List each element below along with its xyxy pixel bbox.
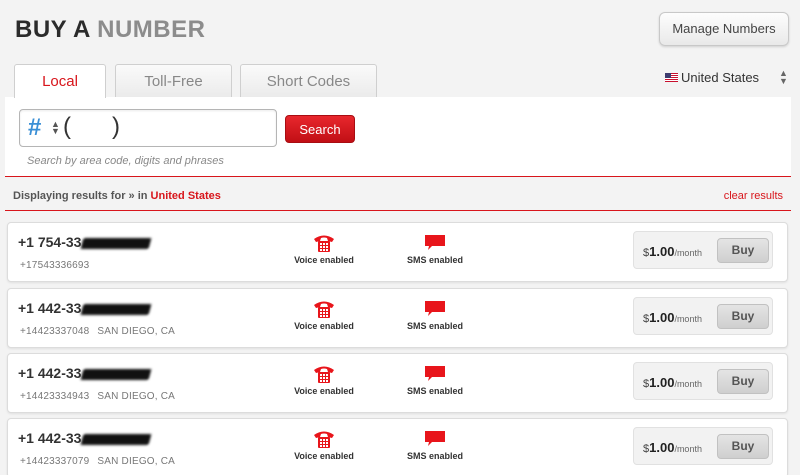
price-box: $1.00/month Buy xyxy=(633,362,773,400)
redacted-digits xyxy=(80,303,152,315)
results-country: United States xyxy=(150,190,221,202)
redacted-digits xyxy=(80,368,152,380)
phone-number-text: +1 442-33 xyxy=(18,300,82,316)
price-amount: 1.00 xyxy=(649,244,675,259)
results-label: Displaying results for » in United State… xyxy=(13,190,221,202)
price: $1.00/month xyxy=(643,440,702,455)
us-flag-icon xyxy=(665,73,678,82)
manage-numbers-button[interactable]: Manage Numbers xyxy=(659,12,789,46)
phone-number-text: +1 442-33 xyxy=(18,365,82,381)
buy-button[interactable]: Buy xyxy=(717,369,769,394)
price-amount: 1.00 xyxy=(649,440,675,455)
sms-label: SMS enabled xyxy=(406,451,463,461)
buy-button[interactable]: Buy xyxy=(717,304,769,329)
sms-capability: SMS enabled xyxy=(395,233,475,265)
voice-label: Voice enabled xyxy=(294,255,354,265)
area-code-open-paren: ( xyxy=(63,113,71,140)
number-row: +1 442-33 +14423337048 SAN DIEGO, CA Voic… xyxy=(7,288,788,348)
page-title: BUY A NUMBER xyxy=(15,16,205,44)
number-row: +1 754-33 +17543336693 Voice enabled SMS… xyxy=(7,222,788,282)
phone-number: +1 754-33 xyxy=(18,234,152,250)
raw-number: +14423337079 SAN DIEGO, CA xyxy=(20,456,175,467)
tab-local[interactable]: Local xyxy=(14,64,106,98)
sms-label: SMS enabled xyxy=(406,255,463,265)
country-select-label: United States xyxy=(681,70,760,85)
hash-icon[interactable]: # xyxy=(28,114,41,142)
price-amount: 1.00 xyxy=(649,375,675,390)
sms-capability: SMS enabled xyxy=(395,299,475,331)
phone-icon xyxy=(284,429,364,449)
phone-icon xyxy=(284,364,364,384)
select-arrows-icon[interactable]: ▲ ▼ xyxy=(779,69,788,86)
location-text: SAN DIEGO, CA xyxy=(97,391,176,402)
phone-number: +1 442-33 xyxy=(18,300,152,316)
voice-capability: Voice enabled xyxy=(284,364,364,396)
page-title-buy: BUY A xyxy=(15,16,98,43)
clear-results-link[interactable]: clear results xyxy=(724,190,783,202)
results-prefix: Displaying results for » in xyxy=(13,190,151,202)
search-mode-arrows-icon[interactable]: ▲ ▼ xyxy=(51,120,60,136)
tab-short-codes[interactable]: Short Codes xyxy=(240,64,377,97)
price: $1.00/month xyxy=(643,375,702,390)
country-select[interactable]: United States xyxy=(665,70,759,85)
voice-label: Voice enabled xyxy=(294,386,354,396)
redacted-digits xyxy=(80,237,152,249)
price-period: /month xyxy=(674,379,702,389)
voice-capability: Voice enabled xyxy=(284,429,364,461)
price-amount: 1.00 xyxy=(649,310,675,325)
number-row: +1 442-33 +14423334943 SAN DIEGO, CA Voic… xyxy=(7,353,788,413)
raw-number-text: +14423334943 xyxy=(20,391,90,402)
voice-label: Voice enabled xyxy=(294,451,354,461)
chat-bubble-icon xyxy=(395,233,475,253)
sms-label: SMS enabled xyxy=(406,386,463,396)
voice-label: Voice enabled xyxy=(294,321,354,331)
search-input[interactable]: # ▲ ▼ ( ) xyxy=(19,109,277,147)
price-box: $1.00/month Buy xyxy=(633,427,773,465)
buy-button[interactable]: Buy xyxy=(717,238,769,263)
price-period: /month xyxy=(674,314,702,324)
location-text: SAN DIEGO, CA xyxy=(97,456,176,467)
phone-number: +1 442-33 xyxy=(18,365,152,381)
chat-bubble-icon xyxy=(395,364,475,384)
redacted-digits xyxy=(80,433,152,445)
raw-number-text: +17543336693 xyxy=(20,260,90,271)
chat-bubble-icon xyxy=(395,299,475,319)
phone-number-text: +1 442-33 xyxy=(18,430,82,446)
phone-number: +1 442-33 xyxy=(18,430,152,446)
page-title-number: NUMBER xyxy=(97,16,206,43)
phone-icon xyxy=(284,233,364,253)
results-divider xyxy=(5,210,791,211)
search-button[interactable]: Search xyxy=(285,115,355,143)
price-box: $1.00/month Buy xyxy=(633,297,773,335)
buy-button[interactable]: Buy xyxy=(717,434,769,459)
price-period: /month xyxy=(674,248,702,258)
sms-capability: SMS enabled xyxy=(395,429,475,461)
area-code-close-paren: ) xyxy=(112,113,120,140)
location-text: SAN DIEGO, CA xyxy=(97,326,176,337)
raw-number: +14423334943 SAN DIEGO, CA xyxy=(20,391,175,402)
chat-bubble-icon xyxy=(395,429,475,449)
raw-number-text: +14423337079 xyxy=(20,456,90,467)
raw-number: +17543336693 xyxy=(20,260,97,271)
voice-capability: Voice enabled xyxy=(284,299,364,331)
phone-icon xyxy=(284,299,364,319)
price: $1.00/month xyxy=(643,244,702,259)
phone-number-text: +1 754-33 xyxy=(18,234,82,250)
voice-capability: Voice enabled xyxy=(284,233,364,265)
price: $1.00/month xyxy=(643,310,702,325)
tab-toll-free[interactable]: Toll-Free xyxy=(115,64,232,97)
search-panel: # ▲ ▼ ( ) Search Search by area code, dig… xyxy=(5,97,791,177)
search-hint: Search by area code, digits and phrases xyxy=(27,155,224,167)
price-period: /month xyxy=(674,444,702,454)
sms-label: SMS enabled xyxy=(406,321,463,331)
results-bar: Displaying results for » in United State… xyxy=(5,186,791,208)
price-box: $1.00/month Buy xyxy=(633,231,773,269)
raw-number-text: +14423337048 xyxy=(20,326,90,337)
sms-capability: SMS enabled xyxy=(395,364,475,396)
raw-number: +14423337048 SAN DIEGO, CA xyxy=(20,326,175,337)
number-row: +1 442-33 +14423337079 SAN DIEGO, CA Voic… xyxy=(7,418,788,475)
